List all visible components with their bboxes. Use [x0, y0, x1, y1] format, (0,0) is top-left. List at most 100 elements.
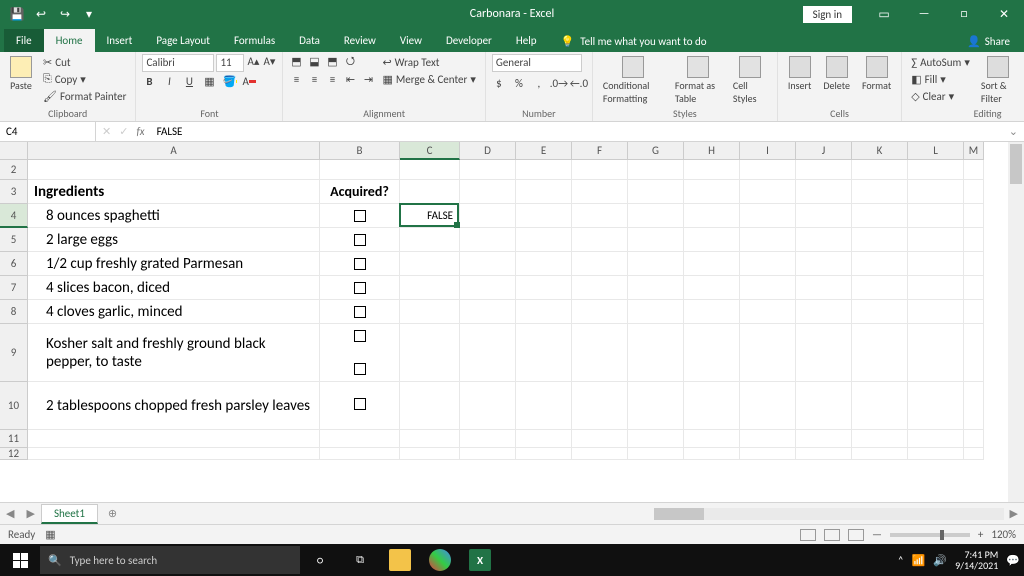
- cell-C3[interactable]: [400, 180, 460, 204]
- cell-F2[interactable]: [572, 160, 628, 180]
- cell-C8[interactable]: [400, 300, 460, 324]
- cell-C4[interactable]: FALSE: [400, 204, 460, 228]
- cell-E7[interactable]: [516, 276, 572, 300]
- tray-chevron-icon[interactable]: ˄: [898, 554, 904, 567]
- cell-K5[interactable]: [852, 228, 908, 252]
- column-header-J[interactable]: J: [796, 142, 852, 160]
- cell-H10[interactable]: [684, 382, 740, 430]
- cell-E2[interactable]: [516, 160, 572, 180]
- name-box[interactable]: C4: [0, 122, 96, 141]
- volume-icon[interactable]: 🔊: [933, 554, 947, 567]
- expand-formula-bar-icon[interactable]: ⌄: [1003, 125, 1024, 138]
- cell-G9[interactable]: [628, 324, 684, 382]
- cell-M12[interactable]: [964, 448, 984, 460]
- cell-L12[interactable]: [908, 448, 964, 460]
- sign-in-button[interactable]: Sign in: [803, 6, 852, 23]
- cell-M3[interactable]: [964, 180, 984, 204]
- column-header-D[interactable]: D: [460, 142, 516, 160]
- underline-button[interactable]: U: [182, 74, 196, 88]
- number-format-select[interactable]: General: [492, 54, 582, 72]
- normal-view-icon[interactable]: [800, 529, 816, 541]
- cell-I12[interactable]: [740, 448, 796, 460]
- cell-C6[interactable]: [400, 252, 460, 276]
- cell-E10[interactable]: [516, 382, 572, 430]
- cell-I2[interactable]: [740, 160, 796, 180]
- delete-cells-button[interactable]: Delete: [819, 54, 854, 94]
- cell-G4[interactable]: [628, 204, 684, 228]
- cell-J5[interactable]: [796, 228, 852, 252]
- cell-E3[interactable]: [516, 180, 572, 204]
- cell-J12[interactable]: [796, 448, 852, 460]
- cell-H12[interactable]: [684, 448, 740, 460]
- cell-I8[interactable]: [740, 300, 796, 324]
- cell-L10[interactable]: [908, 382, 964, 430]
- cell-D10[interactable]: [460, 382, 516, 430]
- orientation-icon[interactable]: ⭯: [343, 54, 357, 68]
- cell-J4[interactable]: [796, 204, 852, 228]
- page-break-view-icon[interactable]: [848, 529, 864, 541]
- checkbox[interactable]: [354, 363, 366, 375]
- checkbox[interactable]: [354, 282, 366, 294]
- cell-J10[interactable]: [796, 382, 852, 430]
- network-icon[interactable]: 📶: [912, 554, 926, 567]
- fill-button[interactable]: ◧ Fill ▾: [908, 71, 973, 87]
- checkbox[interactable]: [354, 234, 366, 246]
- start-button[interactable]: [0, 544, 40, 576]
- cell-M4[interactable]: [964, 204, 984, 228]
- cell-B11[interactable]: [320, 430, 400, 448]
- column-header-E[interactable]: E: [516, 142, 572, 160]
- checkbox[interactable]: [354, 398, 366, 410]
- cut-button[interactable]: ✂Cut: [40, 54, 129, 70]
- align-center-icon[interactable]: ≡: [307, 72, 321, 86]
- cell-M9[interactable]: [964, 324, 984, 382]
- tab-page-layout[interactable]: Page Layout: [144, 29, 222, 52]
- sheet-nav-next-icon[interactable]: ▶: [20, 507, 40, 520]
- cell-D12[interactable]: [460, 448, 516, 460]
- cell-B3[interactable]: Acquired?: [320, 180, 400, 204]
- cell-H9[interactable]: [684, 324, 740, 382]
- cell-G3[interactable]: [628, 180, 684, 204]
- autosum-button[interactable]: ∑ AutoSum ▾: [908, 54, 973, 70]
- sheet-tab[interactable]: Sheet1: [41, 504, 98, 524]
- cell-G5[interactable]: [628, 228, 684, 252]
- formula-value[interactable]: FALSE: [151, 125, 189, 138]
- cell-H3[interactable]: [684, 180, 740, 204]
- cell-L8[interactable]: [908, 300, 964, 324]
- cell-B2[interactable]: [320, 160, 400, 180]
- column-header-B[interactable]: B: [320, 142, 400, 160]
- save-icon[interactable]: 💾: [8, 5, 26, 23]
- cell-A12[interactable]: [28, 448, 320, 460]
- redo-icon[interactable]: ↪: [56, 5, 74, 23]
- tab-data[interactable]: Data: [287, 29, 332, 52]
- cell-L5[interactable]: [908, 228, 964, 252]
- cell-F5[interactable]: [572, 228, 628, 252]
- tab-help[interactable]: Help: [504, 29, 549, 52]
- align-bottom-icon[interactable]: ⬒: [325, 54, 339, 68]
- taskbar-app-explorer[interactable]: [380, 544, 420, 576]
- cell-E11[interactable]: [516, 430, 572, 448]
- column-header-A[interactable]: A: [28, 142, 320, 160]
- cell-C7[interactable]: [400, 276, 460, 300]
- row-header-12[interactable]: 12: [0, 448, 28, 460]
- cell-C11[interactable]: [400, 430, 460, 448]
- cell-J6[interactable]: [796, 252, 852, 276]
- cell-D5[interactable]: [460, 228, 516, 252]
- share-button[interactable]: 👤 Share: [961, 31, 1016, 52]
- column-header-L[interactable]: L: [908, 142, 964, 160]
- cell-A9[interactable]: Kosher salt and freshly ground black pep…: [28, 324, 320, 382]
- row-header-10[interactable]: 10: [0, 382, 28, 430]
- macro-record-icon[interactable]: ▦: [45, 528, 55, 541]
- cell-K11[interactable]: [852, 430, 908, 448]
- tell-me-search[interactable]: 💡 Tell me what you want to do: [553, 31, 715, 52]
- conditional-formatting-button[interactable]: Conditional Formatting: [599, 54, 667, 107]
- cell-G2[interactable]: [628, 160, 684, 180]
- cell-C10[interactable]: [400, 382, 460, 430]
- cell-F10[interactable]: [572, 382, 628, 430]
- checkbox[interactable]: [354, 210, 366, 222]
- bold-button[interactable]: B: [142, 74, 156, 88]
- cell-C12[interactable]: [400, 448, 460, 460]
- cell-F12[interactable]: [572, 448, 628, 460]
- close-button[interactable]: ✕: [984, 0, 1024, 28]
- cell-D8[interactable]: [460, 300, 516, 324]
- cell-M7[interactable]: [964, 276, 984, 300]
